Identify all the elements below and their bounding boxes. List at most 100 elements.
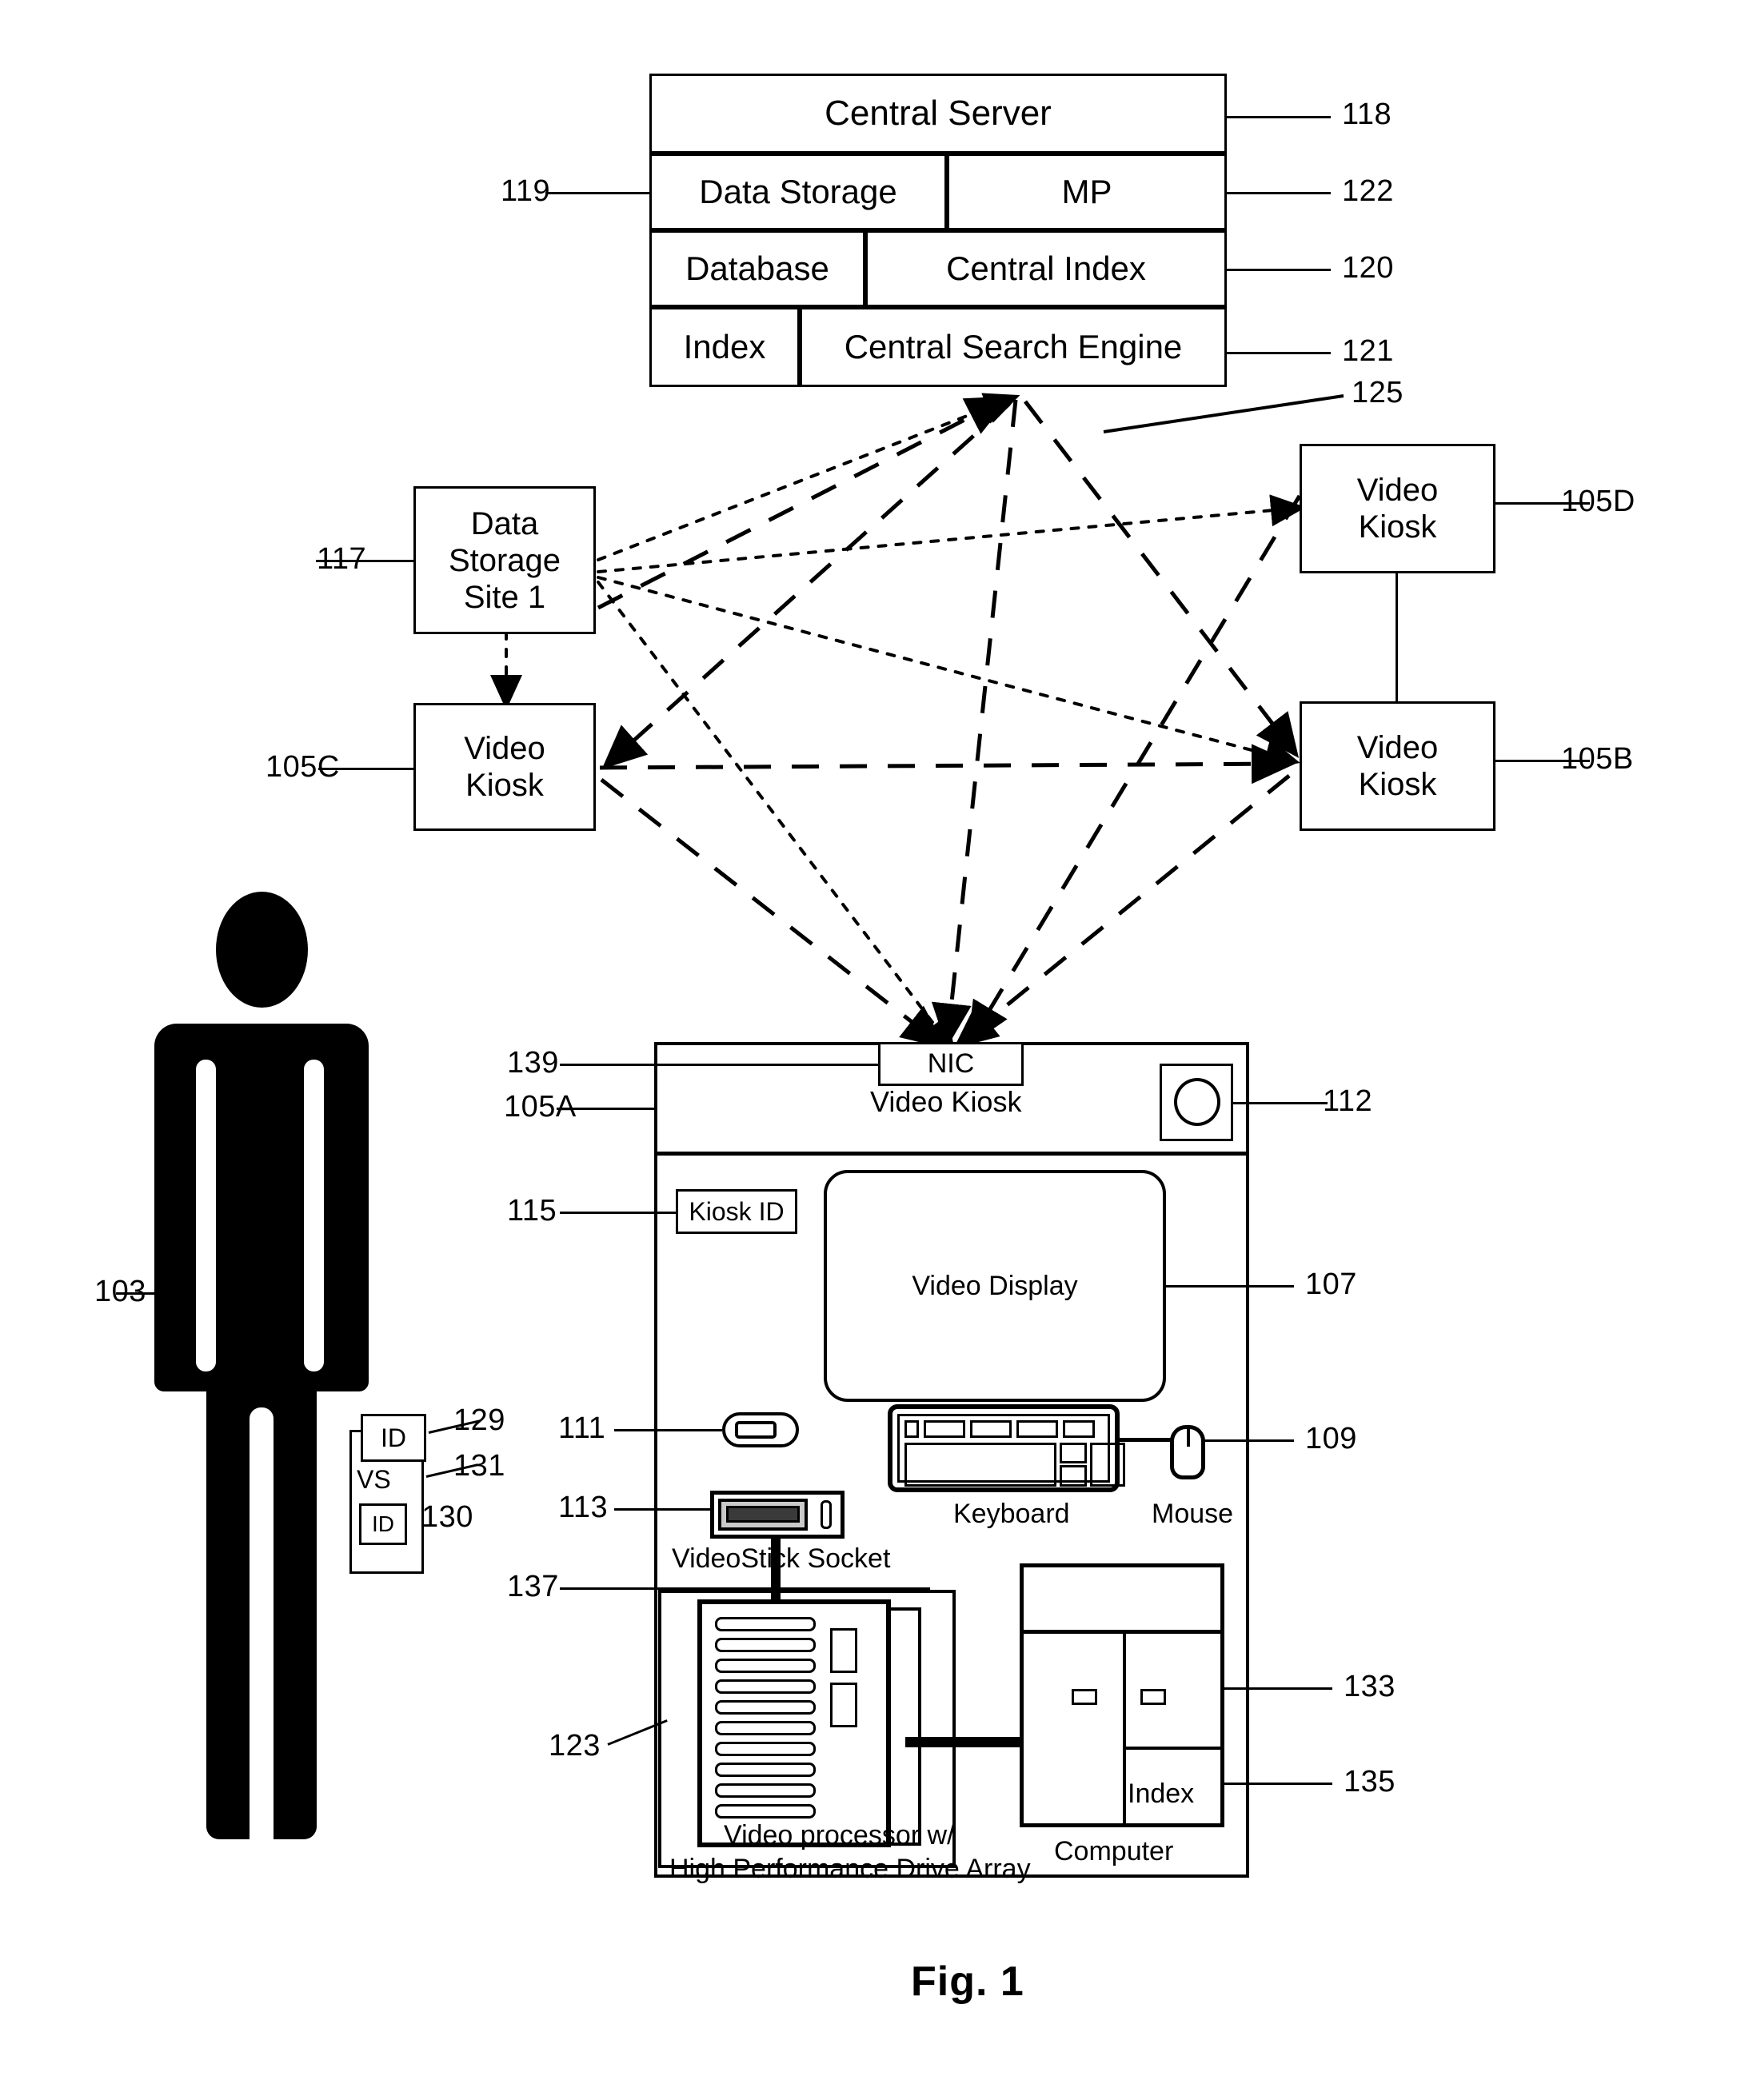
videostick-socket-contacts [726, 1506, 800, 1523]
ref-135-leader [1220, 1783, 1332, 1785]
ref-121: 121 [1342, 334, 1394, 368]
ref-133-leader [1220, 1687, 1332, 1690]
central-server-central-search-engine-cell: Central Search Engine [800, 307, 1227, 387]
data-storage-site-line3: Site 1 [463, 579, 546, 615]
data-storage-label: Data Storage [699, 172, 897, 210]
central-server-mp-cell: MP [947, 154, 1227, 230]
central-server-title: Central Server [825, 93, 1052, 133]
central-server-index-cell: Index [649, 307, 800, 387]
kiosk-id-box: Kiosk ID [676, 1189, 797, 1234]
ref-120-leader [1227, 269, 1331, 271]
ref-123: 123 [549, 1729, 601, 1763]
ref-131: 131 [453, 1449, 505, 1483]
processor-computer-cable [905, 1737, 1021, 1747]
central-server-title-row: Central Server [649, 74, 1227, 154]
video-display: Video Display [824, 1170, 1166, 1402]
videostick-socket-label: VideoStick Socket [672, 1543, 891, 1574]
figure-caption: Fig. 1 [911, 1958, 1024, 2005]
data-storage-site-1-box: Data Storage Site 1 [413, 486, 596, 634]
card-slot-inner [735, 1421, 777, 1439]
ref-115: 115 [507, 1194, 557, 1228]
ref-119-leader [545, 192, 649, 194]
videostick-cable [771, 1539, 781, 1607]
mouse-icon [1170, 1425, 1205, 1479]
ref-139: 139 [507, 1046, 559, 1080]
ref-105b: 105B [1561, 742, 1634, 776]
data-storage-site-line1: Data [470, 505, 539, 541]
ref-129: 129 [453, 1403, 505, 1437]
mp-label: MP [1061, 172, 1112, 210]
ref-113-leader [614, 1508, 710, 1511]
central-server-central-index-cell: Central Index [865, 230, 1227, 307]
central-search-engine-label: Central Search Engine [844, 327, 1183, 365]
person-torso [154, 1024, 369, 1391]
ref-115-leader [560, 1212, 676, 1214]
person-arm-gap-left [196, 1060, 216, 1371]
kiosk-header-divider [654, 1152, 1249, 1156]
person-id-card-inner: ID [359, 1503, 407, 1545]
nic-box: NIC [878, 1042, 1024, 1086]
keyboard-icon [888, 1404, 1125, 1492]
nic-label: NIC [927, 1048, 975, 1079]
ref-103: 103 [94, 1275, 146, 1308]
patent-figure-page: Central Server Data Storage MP Database … [0, 0, 1737, 2100]
mouse-cord [1120, 1438, 1171, 1441]
ref-105c: 105C [266, 750, 340, 784]
ref-130: 130 [421, 1500, 473, 1534]
ref-125: 125 [1352, 376, 1404, 409]
central-server-data-storage-cell: Data Storage [649, 154, 947, 230]
ref-113: 113 [558, 1491, 609, 1524]
index-label: Index [683, 327, 766, 365]
person-figure [144, 892, 369, 1839]
person-leg-gap [250, 1407, 274, 1839]
ref-137: 137 [507, 1570, 559, 1603]
ref-111: 111 [558, 1411, 606, 1445]
ref-109: 109 [1305, 1422, 1357, 1455]
central-server-database-cell: Database [649, 230, 865, 307]
data-storage-site-line2: Storage [448, 542, 561, 578]
index-label-computer: Index [1128, 1779, 1195, 1809]
video-processor-line2: High Performance Drive Array [669, 1854, 1031, 1884]
person-id-top-label: ID [381, 1423, 406, 1452]
video-display-label: Video Display [912, 1270, 1078, 1301]
ref-125-leader [1103, 394, 1344, 433]
person-head [216, 892, 308, 1008]
video-kiosk-105c-line2: Kiosk [465, 768, 544, 803]
ref-139-leader [560, 1064, 878, 1066]
person-id-inner-label: ID [372, 1511, 394, 1536]
ref-133: 133 [1344, 1670, 1396, 1703]
ref-118-leader [1227, 116, 1331, 118]
kiosk-d-to-b-link [1396, 573, 1398, 701]
computer-label: Computer [1054, 1836, 1174, 1866]
video-kiosk-105b-line1: Video [1356, 730, 1439, 765]
dotted-network-links [490, 393, 1306, 1053]
ref-121-leader [1227, 352, 1331, 354]
ref-112-leader [1233, 1102, 1328, 1104]
ref-120: 120 [1342, 251, 1394, 285]
ref-135: 135 [1344, 1765, 1396, 1799]
ref-111-leader [614, 1429, 722, 1431]
ref-107-leader [1166, 1285, 1294, 1288]
video-kiosk-105c-box: Video Kiosk [413, 703, 596, 831]
ref-118: 118 [1342, 98, 1392, 131]
mouse-label: Mouse [1152, 1499, 1234, 1529]
video-processor-body [697, 1599, 891, 1847]
kiosk-id-label: Kiosk ID [689, 1196, 785, 1226]
video-kiosk-105b-line2: Kiosk [1358, 767, 1437, 802]
ref-122-leader [1227, 192, 1331, 194]
keyboard-label: Keyboard [953, 1499, 1070, 1529]
person-vs-label: VS [357, 1465, 391, 1494]
ref-105d: 105D [1561, 485, 1635, 518]
bus-horizontal-line [658, 1587, 930, 1591]
person-id-card-top: ID [361, 1414, 426, 1462]
ref-112: 112 [1323, 1084, 1373, 1118]
video-kiosk-105c-line1: Video [464, 731, 545, 766]
videostick-socket-eject [821, 1500, 832, 1529]
ref-105a: 105A [504, 1090, 577, 1124]
ref-119: 119 [501, 174, 551, 208]
ref-137-leader [560, 1587, 658, 1590]
ref-117: 117 [317, 542, 367, 576]
video-kiosk-105d-line1: Video [1356, 473, 1439, 508]
ref-122: 122 [1342, 174, 1394, 208]
video-processor-side [888, 1607, 921, 1846]
